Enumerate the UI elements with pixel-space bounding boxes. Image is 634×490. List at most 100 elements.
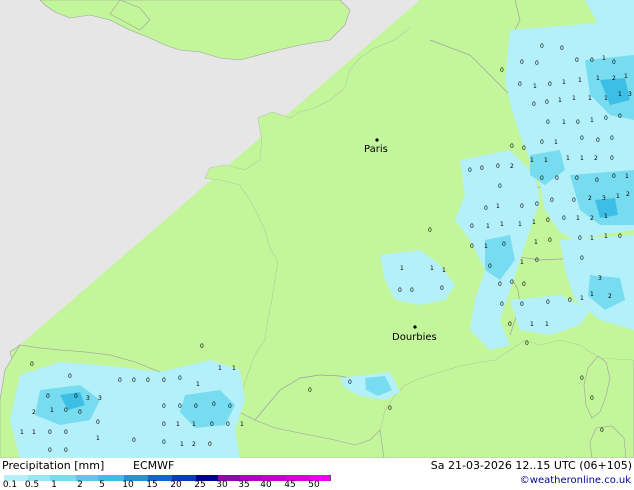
svg-text:0: 0 — [226, 421, 230, 428]
svg-text:1: 1 — [544, 157, 548, 164]
svg-text:0: 0 — [518, 81, 522, 88]
legend-tick-label: 2 — [77, 480, 83, 490]
svg-text:2: 2 — [32, 409, 36, 416]
svg-text:0: 0 — [535, 257, 539, 264]
svg-text:0: 0 — [488, 263, 492, 270]
svg-text:1: 1 — [520, 259, 524, 266]
svg-text:2: 2 — [612, 75, 616, 82]
svg-text:1: 1 — [566, 155, 570, 162]
precipitation-legend-ticks: 0.1 0.5 1 2 5 10 15 20 25 30 35 40 45 50 — [0, 480, 340, 490]
svg-text:0: 0 — [208, 441, 212, 448]
svg-text:0: 0 — [590, 57, 594, 64]
svg-text:0: 0 — [484, 205, 488, 212]
map-title: Precipitation [mm] — [2, 459, 105, 472]
city-dot — [413, 325, 417, 329]
svg-text:1: 1 — [596, 75, 600, 82]
svg-text:1: 1 — [32, 429, 36, 436]
svg-text:0: 0 — [540, 139, 544, 146]
svg-text:2: 2 — [590, 215, 594, 222]
svg-text:1: 1 — [496, 203, 500, 210]
svg-text:0: 0 — [580, 255, 584, 262]
svg-text:1: 1 — [430, 265, 434, 272]
svg-text:1: 1 — [580, 155, 584, 162]
svg-text:0: 0 — [575, 175, 579, 182]
svg-text:0: 0 — [210, 421, 214, 428]
svg-text:0: 0 — [178, 403, 182, 410]
svg-text:1: 1 — [484, 243, 488, 250]
svg-text:1: 1 — [604, 213, 608, 220]
legend-tick-label: 0.1 — [2, 480, 18, 490]
svg-text:1: 1 — [530, 321, 534, 328]
legend-tick-label: 15 — [146, 480, 158, 490]
forecast-datetime: Sa 21-03-2026 12..15 UTC (06+105) — [430, 459, 632, 472]
svg-text:1: 1 — [590, 117, 594, 124]
svg-text:1: 1 — [590, 235, 594, 242]
credit-link[interactable]: ©weatheronline.co.uk — [520, 475, 631, 486]
svg-text:1: 1 — [486, 223, 490, 230]
svg-text:1: 1 — [604, 95, 608, 102]
svg-text:1: 1 — [530, 157, 534, 164]
svg-text:0: 0 — [576, 119, 580, 126]
city-label: Paris — [364, 144, 388, 155]
svg-text:0: 0 — [612, 173, 616, 180]
svg-text:0: 0 — [580, 135, 584, 142]
svg-text:0: 0 — [532, 101, 536, 108]
svg-text:0: 0 — [525, 340, 529, 347]
svg-text:0: 0 — [162, 439, 166, 446]
svg-text:0: 0 — [48, 429, 52, 436]
svg-text:0: 0 — [610, 155, 614, 162]
svg-text:0: 0 — [500, 301, 504, 308]
legend-tick-label: 25 — [194, 480, 206, 490]
svg-text:0: 0 — [546, 217, 550, 224]
svg-text:0: 0 — [575, 57, 579, 64]
city-label: Dourbies — [392, 332, 437, 343]
svg-text:0: 0 — [496, 163, 500, 170]
svg-text:1: 1 — [232, 365, 236, 372]
svg-text:1: 1 — [576, 215, 580, 222]
svg-text:0: 0 — [535, 201, 539, 208]
svg-text:0: 0 — [595, 177, 599, 184]
svg-text:2: 2 — [608, 293, 612, 300]
svg-text:0: 0 — [548, 237, 552, 244]
svg-text:1: 1 — [624, 73, 628, 80]
svg-text:1: 1 — [532, 219, 536, 226]
svg-text:1: 1 — [176, 421, 180, 428]
svg-text:0: 0 — [545, 99, 549, 106]
svg-text:1: 1 — [625, 173, 629, 180]
svg-text:0: 0 — [470, 243, 474, 250]
svg-text:1: 1 — [590, 291, 594, 298]
svg-text:0: 0 — [540, 175, 544, 182]
svg-text:0: 0 — [440, 285, 444, 292]
svg-text:1: 1 — [562, 79, 566, 86]
svg-text:0: 0 — [64, 407, 68, 414]
svg-text:0: 0 — [132, 377, 136, 384]
svg-text:1: 1 — [50, 407, 54, 414]
svg-text:1: 1 — [192, 421, 196, 428]
svg-text:0: 0 — [398, 287, 402, 294]
legend-tick-label: 0.5 — [24, 480, 40, 490]
svg-text:0: 0 — [510, 279, 514, 286]
svg-text:0: 0 — [146, 377, 150, 384]
svg-text:0: 0 — [540, 43, 544, 50]
svg-text:0: 0 — [132, 437, 136, 444]
svg-text:0: 0 — [510, 143, 514, 150]
svg-text:0: 0 — [546, 119, 550, 126]
city-dot — [375, 138, 379, 142]
svg-text:0: 0 — [212, 401, 216, 408]
precipitation-map[interactable]: 000 000 100 010 111 210 011 111 301 010 … — [0, 0, 634, 458]
svg-text:0: 0 — [522, 281, 526, 288]
svg-text:1: 1 — [604, 233, 608, 240]
svg-text:1: 1 — [558, 97, 562, 104]
svg-text:1: 1 — [616, 193, 620, 200]
map-footer: Precipitation [mm] ECMWF Sa 21-03-2026 1… — [0, 458, 634, 490]
svg-text:0: 0 — [228, 403, 232, 410]
svg-text:0: 0 — [548, 81, 552, 88]
svg-text:0: 0 — [78, 409, 82, 416]
svg-text:1: 1 — [602, 55, 606, 62]
svg-text:0: 0 — [68, 373, 72, 380]
svg-text:0: 0 — [498, 183, 502, 190]
svg-text:0: 0 — [162, 421, 166, 428]
svg-text:0: 0 — [562, 215, 566, 222]
svg-text:0: 0 — [498, 281, 502, 288]
legend-tick-label: 10 — [122, 480, 134, 490]
